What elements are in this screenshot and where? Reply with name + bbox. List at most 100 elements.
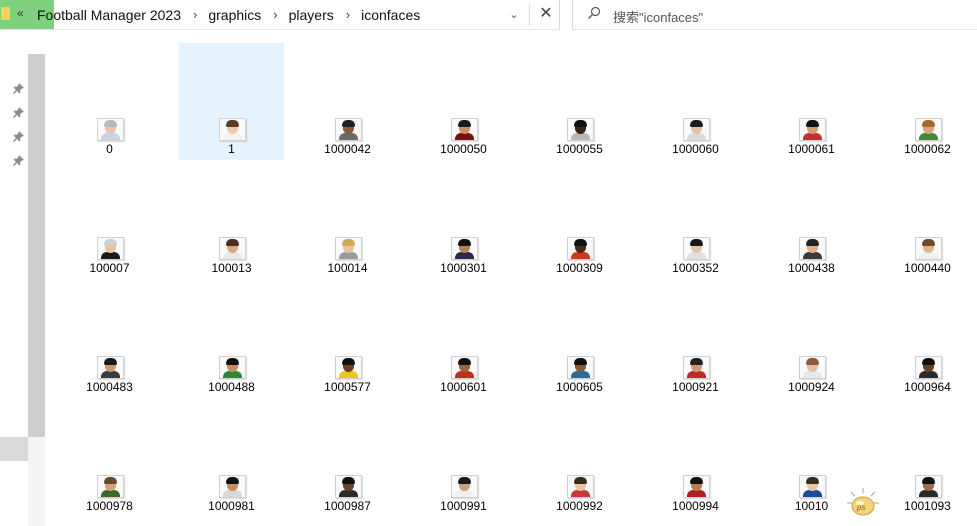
file-name: 1000964 <box>904 380 951 394</box>
face-thumbnail <box>799 356 826 379</box>
file-item[interactable]: 1000921 <box>643 281 748 398</box>
file-item[interactable]: 1000991 <box>411 400 516 517</box>
face-shirt <box>339 133 358 140</box>
pin-icon[interactable] <box>13 155 25 167</box>
face-hair <box>922 239 935 246</box>
file-item[interactable]: 1000440 <box>875 162 977 279</box>
face-thumbnail <box>97 475 124 498</box>
face-shirt <box>919 490 938 497</box>
breadcrumb-item[interactable]: graphics <box>208 7 261 23</box>
face-shirt <box>101 252 120 259</box>
pin-icon <box>13 107 24 118</box>
file-item[interactable]: 1000042 <box>295 43 400 160</box>
face-hair <box>458 239 471 246</box>
file-item[interactable]: 1000964 <box>875 281 977 398</box>
chevron-down-icon[interactable]: ⌄ <box>504 6 524 24</box>
file-item[interactable]: 0 <box>57 43 162 160</box>
file-item[interactable]: 1000060 <box>643 43 748 160</box>
face-thumbnail <box>567 237 594 260</box>
file-item[interactable]: 1000050 <box>411 43 516 160</box>
address-bar[interactable]: « Football Manager 2023 › graphics › pla… <box>0 0 560 30</box>
face-thumbnail <box>219 356 246 379</box>
face-shirt <box>919 371 938 378</box>
file-item[interactable]: 1000055 <box>527 43 632 160</box>
file-item[interactable]: 100013 <box>179 162 284 279</box>
face-thumbnail <box>915 237 942 260</box>
file-name: 1000577 <box>324 380 371 394</box>
file-name: 1000352 <box>672 261 719 275</box>
file-item[interactable]: 1000488 <box>179 281 284 398</box>
face-thumbnail <box>219 118 246 141</box>
face-shirt <box>687 371 706 378</box>
file-item[interactable]: 1000062 <box>875 43 977 160</box>
recent-locations-icon[interactable]: « <box>17 6 24 20</box>
file-item[interactable]: 1000309 <box>527 162 632 279</box>
face-thumbnail <box>335 475 362 498</box>
breadcrumb-item[interactable]: iconfaces <box>361 7 420 23</box>
face-hair <box>806 120 819 127</box>
file-name: 1000601 <box>440 380 487 394</box>
nav-selected-item[interactable] <box>0 437 28 461</box>
file-item[interactable]: 1000301 <box>411 162 516 279</box>
file-item[interactable]: 1000605 <box>527 281 632 398</box>
face-hair <box>922 120 935 127</box>
file-item[interactable]: 1000352 <box>643 162 748 279</box>
file-item[interactable]: 1000994 <box>643 400 748 517</box>
file-item[interactable]: 100007 <box>57 162 162 279</box>
file-item[interactable]: 1000601 <box>411 281 516 398</box>
face-thumbnail <box>799 475 826 498</box>
close-icon[interactable]: ✕ <box>535 2 557 26</box>
file-name: 1000921 <box>672 380 719 394</box>
face-shirt <box>223 252 242 259</box>
file-item[interactable]: 1000987 <box>295 400 400 517</box>
face-shirt <box>571 490 590 497</box>
face-thumbnail <box>567 356 594 379</box>
file-name: 1000301 <box>440 261 487 275</box>
file-name: 100007 <box>89 261 130 275</box>
file-item[interactable]: 1000978 <box>57 400 162 517</box>
breadcrumb-item[interactable]: players <box>289 7 334 23</box>
chevron-right-icon[interactable]: › <box>273 7 277 22</box>
face-hair <box>342 239 355 246</box>
face-thumbnail <box>567 475 594 498</box>
face-shirt <box>339 371 358 378</box>
chevron-right-icon[interactable]: › <box>346 7 350 22</box>
sticker-text: ps <box>856 503 865 512</box>
file-item[interactable]: 100014 <box>295 162 400 279</box>
file-item[interactable]: 1000992 <box>527 400 632 517</box>
file-item[interactable]: 1000061 <box>759 43 864 160</box>
face-hair <box>104 358 117 365</box>
file-name: 1000483 <box>86 380 133 394</box>
search-icon <box>588 6 601 19</box>
file-item[interactable]: 1000577 <box>295 281 400 398</box>
chevron-right-icon[interactable]: › <box>193 7 197 22</box>
file-name: 1000992 <box>556 499 603 513</box>
nav-scrollbar-thumb[interactable] <box>28 54 45 437</box>
file-name: 1000060 <box>672 142 719 156</box>
face-shirt <box>455 490 474 497</box>
face-hair <box>574 358 587 365</box>
file-item[interactable]: 1000483 <box>57 281 162 398</box>
file-item[interactable]: 1001093 <box>875 400 977 517</box>
face-thumbnail <box>451 475 478 498</box>
face-thumbnail <box>915 475 942 498</box>
face-hair <box>806 477 819 484</box>
file-item[interactable]: 1000438 <box>759 162 864 279</box>
face-shirt <box>571 252 590 259</box>
face-shirt <box>223 490 242 497</box>
pin-icon[interactable] <box>13 131 25 143</box>
pin-icon[interactable] <box>13 83 25 95</box>
file-name: 1000062 <box>904 142 951 156</box>
pin-icon[interactable] <box>13 107 25 119</box>
face-shirt <box>571 133 590 140</box>
file-item[interactable]: 1000981 <box>179 400 284 517</box>
face-shirt <box>455 371 474 378</box>
face-hair <box>342 477 355 484</box>
face-shirt <box>687 490 706 497</box>
face-hair <box>458 477 471 484</box>
search-input[interactable]: 搜索"iconfaces" <box>572 0 977 30</box>
breadcrumb-item[interactable]: Football Manager 2023 <box>37 7 181 23</box>
face-shirt <box>101 133 120 140</box>
file-item[interactable]: 1 <box>179 43 284 160</box>
file-item[interactable]: 1000924 <box>759 281 864 398</box>
